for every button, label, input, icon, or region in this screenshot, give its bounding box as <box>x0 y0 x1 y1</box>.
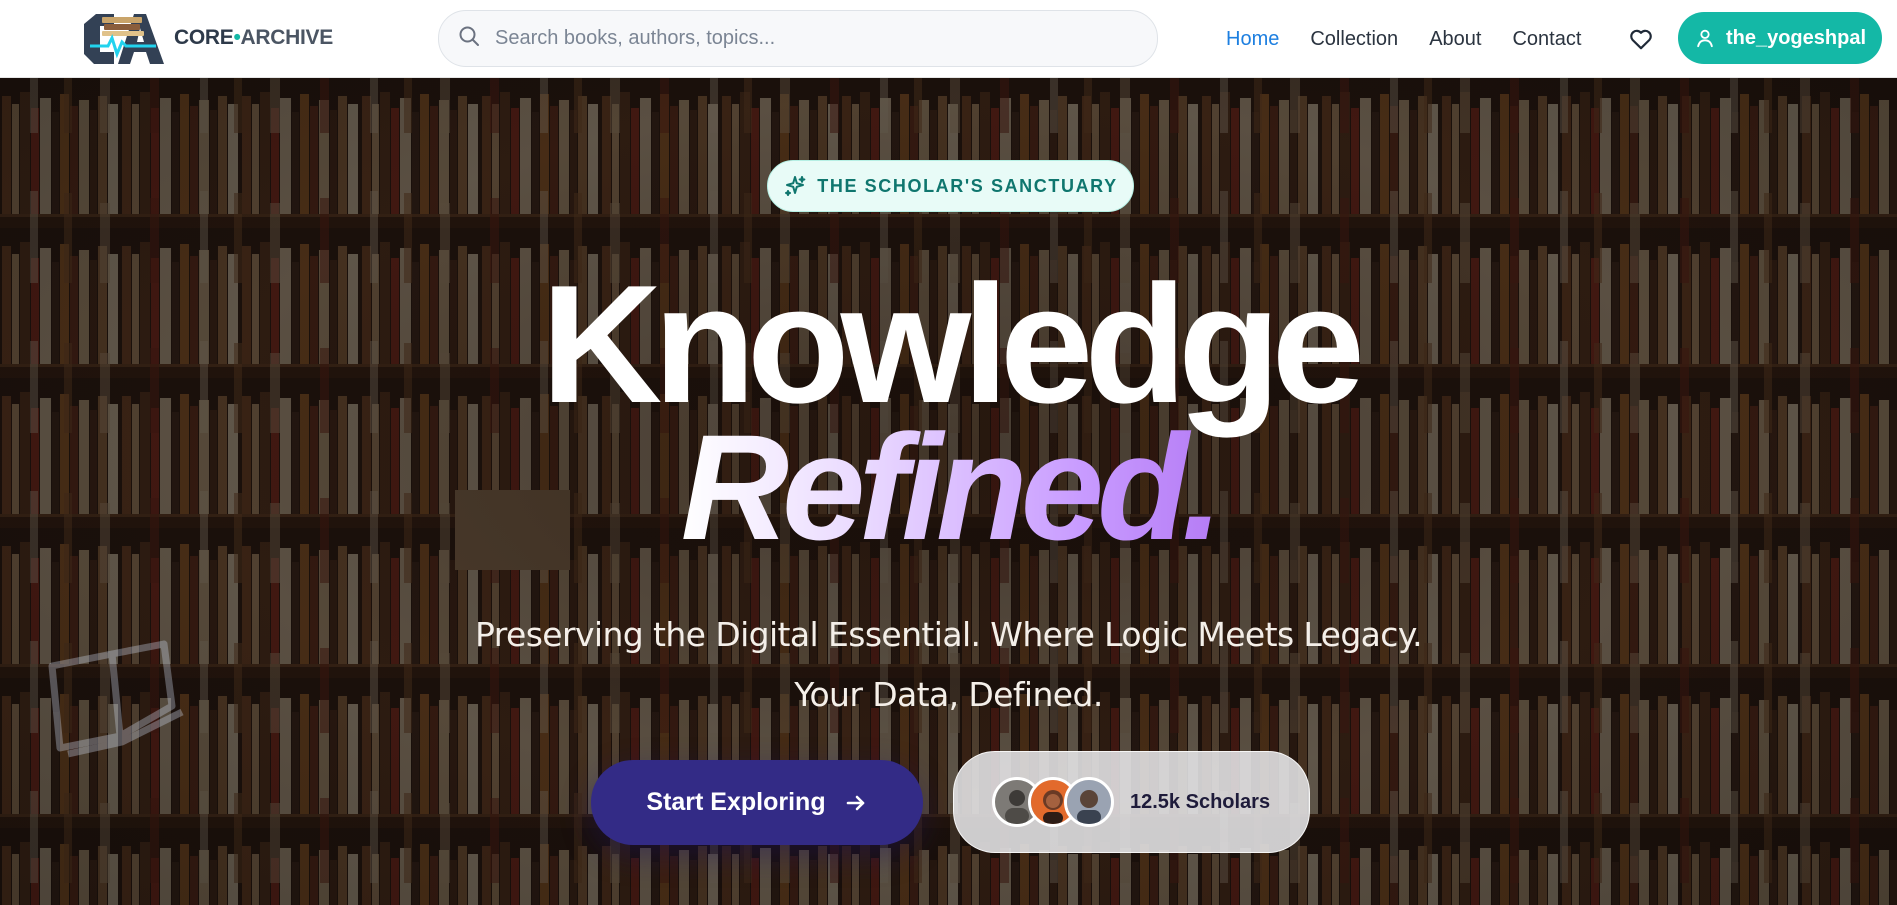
arrow-right-icon <box>846 795 864 810</box>
nav-link-about[interactable]: About <box>1429 28 1481 51</box>
hero-badge: THE SCHOLAR'S SANCTUARY <box>767 160 1134 212</box>
scholars-count-label: 12.5k Scholars <box>1130 790 1271 813</box>
nav-link-collection[interactable]: Collection <box>1310 28 1398 51</box>
hero-subtitle-line1: Preserving the Digital Essential. Where … <box>475 615 1423 654</box>
user-name: the_yogeshpal <box>1725 26 1867 49</box>
core-archive-logo-icon <box>80 6 166 70</box>
avatar-stack <box>992 777 1114 827</box>
brand-name: CORE•ARCHIVE <box>174 26 333 49</box>
nav-link-contact[interactable]: Contact <box>1512 28 1581 51</box>
avatar <box>1064 777 1114 827</box>
hero-section: THE SCHOLAR'S SANCTUARY Knowledge Refine… <box>0 78 1897 905</box>
sparkle-icon <box>785 176 806 196</box>
top-navbar: CORE•ARCHIVE Home Collection About Conta… <box>0 0 1897 78</box>
search-bar[interactable] <box>438 10 1158 67</box>
brand-logo[interactable]: CORE•ARCHIVE <box>80 6 333 70</box>
hero-subtitle: Preserving the Digital Essential. Where … <box>0 605 1897 725</box>
scholars-community-pill[interactable]: 12.5k Scholars <box>953 751 1310 853</box>
search-icon <box>457 24 481 53</box>
hero-headline-accent: Refined. <box>0 412 1897 562</box>
search-input[interactable] <box>495 27 1135 50</box>
start-exploring-label: Start Exploring <box>646 788 826 816</box>
main-nav: Home Collection About Contact <box>1226 0 1612 78</box>
nav-link-home[interactable]: Home <box>1226 28 1279 51</box>
hero-headline-accent-text: Refined. <box>680 403 1224 571</box>
start-exploring-button[interactable]: Start Exploring <box>591 760 923 845</box>
user-account-button[interactable]: the_yogeshpal <box>1678 12 1882 64</box>
hero-subtitle-line2: Your Data, Defined. <box>794 675 1103 714</box>
heart-icon[interactable] <box>1628 26 1654 52</box>
user-icon <box>1697 29 1713 48</box>
hero-badge-label: THE SCHOLAR'S SANCTUARY <box>817 175 1118 196</box>
